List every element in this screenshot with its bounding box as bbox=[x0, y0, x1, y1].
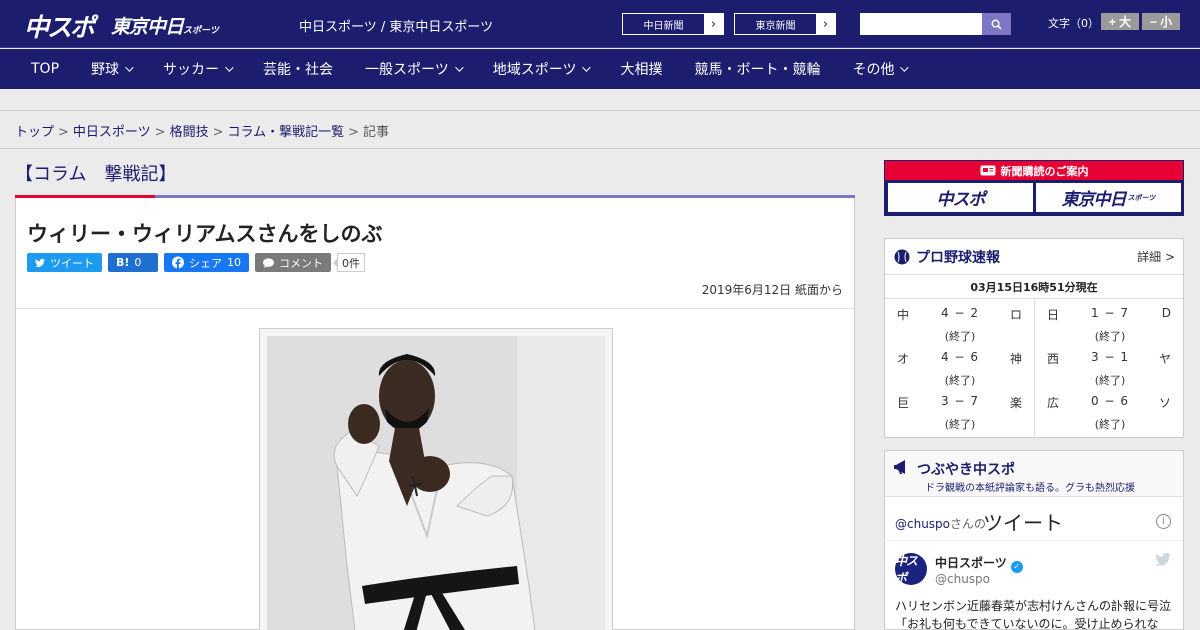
search-icon bbox=[991, 19, 1002, 30]
game-row[interactable]: 日1 − 7 D (終了) bbox=[1035, 303, 1183, 347]
nav-other[interactable]: その他 bbox=[836, 49, 922, 89]
game-row[interactable]: 広0 − 6 ソ (終了) bbox=[1035, 391, 1183, 435]
baseball-scoreboard: プロ野球速報 詳細 > 03月15日16時51分現在 中4 − 2 ロ (終了) オ… bbox=[884, 238, 1184, 439]
font-larger-button[interactable]: + 大 bbox=[1101, 13, 1139, 30]
logo-tokyo-chunichi[interactable]: 東京中日スポーツ bbox=[111, 12, 219, 39]
tokyo-shimbun-link[interactable]: 東京新聞 › bbox=[734, 13, 836, 35]
breadcrumb-column-list[interactable]: コラム・撃戦記一覧 bbox=[228, 125, 345, 140]
avatar[interactable]: 中スポ bbox=[895, 553, 927, 585]
tweet-text: ハリセンボン近藤春菜が志村けんさんの訃報に号泣「お礼も何もできていないのに。受け… bbox=[895, 599, 1172, 630]
twitter-widget-header: つぶやき中スポ ドラ観戦の本紙評論家も語る。グラも熱烈応援 bbox=[885, 451, 1183, 497]
comment-button[interactable]: コメント bbox=[255, 253, 331, 272]
article-photo[interactable] bbox=[267, 336, 605, 630]
nav-racing[interactable]: 競馬・ボート・競輪 bbox=[678, 49, 836, 89]
nav-entertainment[interactable]: 芸能・社会 bbox=[247, 49, 349, 89]
comment-count[interactable]: 0件 bbox=[333, 253, 365, 272]
search-button[interactable] bbox=[982, 13, 1011, 35]
chevron-right-icon: › bbox=[704, 14, 723, 34]
top-header: 中スポ 東京中日スポーツ 中日スポーツ / 東京中日スポーツ 中日新聞 › 東京… bbox=[0, 0, 1200, 48]
twitter-bird-icon[interactable] bbox=[1155, 553, 1171, 566]
karate-fighter-photo bbox=[267, 336, 605, 630]
hatena-icon: B! bbox=[116, 256, 130, 269]
game-row[interactable]: 西3 − 1 ヤ (終了) bbox=[1035, 347, 1183, 391]
nav-general-sports[interactable]: 一般スポーツ bbox=[349, 49, 477, 89]
subscribe-tokyo-chunichi-button[interactable]: 東京中日 スポーツ bbox=[1036, 183, 1181, 212]
chevron-down-icon bbox=[454, 63, 464, 72]
nav-baseball[interactable]: 野球 bbox=[75, 49, 147, 89]
facebook-icon bbox=[172, 256, 184, 269]
subscription-promo: 新聞購読のご案内 中スポ 東京中日 スポーツ bbox=[884, 160, 1184, 216]
font-size-label: 文字（0） bbox=[1048, 17, 1099, 30]
breadcrumb-current: 記事 bbox=[363, 125, 390, 140]
score-column-right: 日1 − 7 D (終了) 西3 − 1 ヤ (終了) 広0 − 6 ソ (終了) bbox=[1034, 299, 1183, 439]
site-name: 中日スポーツ / 東京中日スポーツ bbox=[299, 20, 494, 35]
speech-bubble-icon bbox=[263, 257, 274, 268]
subscribe-chuspo-button[interactable]: 中スポ bbox=[888, 183, 1033, 212]
info-icon[interactable]: i bbox=[1156, 514, 1171, 529]
breadcrumb-martial-arts[interactable]: 格闘技 bbox=[170, 125, 209, 140]
game-row[interactable]: 中4 − 2 ロ (終了) bbox=[885, 303, 1034, 347]
chevron-down-icon bbox=[125, 63, 134, 72]
share-buttons: ツイート B! 0 シェア 10 コメント 0件 bbox=[27, 253, 365, 272]
tweet-embed-header: @chuspoさんの ツイート i bbox=[885, 497, 1183, 541]
nav-soccer[interactable]: サッカー bbox=[147, 49, 247, 89]
section-title: 【コラム 撃戦記】 bbox=[15, 164, 177, 185]
global-nav: TOP 野球 サッカー 芸能・社会 一般スポーツ 地域スポーツ 大相撲 競馬・ボ… bbox=[0, 49, 1200, 89]
logo-chuspo[interactable]: 中スポ bbox=[24, 8, 95, 44]
game-row[interactable]: 巨3 − 7 楽 (終了) bbox=[885, 391, 1034, 435]
chevron-down-icon bbox=[225, 63, 234, 72]
scoreboard-detail-link[interactable]: 詳細 > bbox=[1137, 248, 1175, 265]
tweet-item[interactable]: 中スポ 中日スポーツ ✓ @chuspo ハリセンボン近藤春菜が志村けんさんの訃報… bbox=[885, 541, 1183, 630]
article: ウィリー・ウィリアムスさんをしのぶ ツイート B! 0 シェア 10 コメント … bbox=[15, 198, 855, 630]
chuspo-handle-link[interactable]: @chuspo bbox=[895, 517, 950, 531]
breadcrumb: トップ > 中日スポーツ > 格闘技 > コラム・撃戦記一覧 > 記事 bbox=[15, 125, 390, 140]
article-date: 2019年6月12日 紙面から bbox=[701, 283, 843, 297]
scoreboard-timestamp: 03月15日16時51分現在 bbox=[885, 275, 1183, 299]
verified-badge-icon: ✓ bbox=[1010, 561, 1023, 573]
font-smaller-button[interactable]: − 小 bbox=[1142, 13, 1180, 30]
twitter-widget: つぶやき中スポ ドラ観戦の本紙評論家も語る。グラも熱烈応援 @chuspoさんの… bbox=[884, 450, 1184, 630]
tweet-button[interactable]: ツイート bbox=[27, 253, 102, 272]
article-divider bbox=[16, 308, 854, 309]
score-column-left: 中4 − 2 ロ (終了) オ4 − 6 神 (終了) 巨3 − 7 楽 (終了) bbox=[885, 299, 1034, 439]
chevron-down-icon bbox=[582, 63, 592, 72]
chevron-down-icon bbox=[900, 63, 910, 72]
article-title: ウィリー・ウィリアムスさんをしのぶ bbox=[27, 222, 383, 246]
nav-sumo[interactable]: 大相撲 bbox=[604, 49, 678, 89]
chunichi-shimbun-link[interactable]: 中日新聞 › bbox=[622, 13, 724, 35]
article-photo-frame bbox=[259, 328, 613, 630]
subscription-heading: 新聞購読のご案内 bbox=[885, 161, 1183, 180]
nav-regional-sports[interactable]: 地域スポーツ bbox=[477, 49, 605, 89]
tweet-author-handle[interactable]: @chuspo bbox=[935, 572, 990, 586]
newspaper-icon bbox=[980, 165, 995, 176]
hatena-bookmark-button[interactable]: B! 0 bbox=[108, 253, 158, 272]
twitter-bird-icon bbox=[35, 258, 45, 267]
game-row[interactable]: オ4 − 6 神 (終了) bbox=[885, 347, 1034, 391]
breadcrumb-top[interactable]: トップ bbox=[15, 125, 54, 140]
chevron-right-icon: › bbox=[816, 14, 835, 34]
breadcrumb-chunichi-sports[interactable]: 中日スポーツ bbox=[73, 125, 151, 140]
facebook-share-button[interactable]: シェア 10 bbox=[164, 253, 249, 272]
tweet-author-name[interactable]: 中日スポーツ ✓ bbox=[935, 554, 1023, 573]
baseball-icon bbox=[894, 249, 910, 264]
search-input[interactable] bbox=[860, 13, 982, 35]
megaphone-icon bbox=[894, 460, 905, 474]
nav-top[interactable]: TOP bbox=[0, 49, 75, 89]
